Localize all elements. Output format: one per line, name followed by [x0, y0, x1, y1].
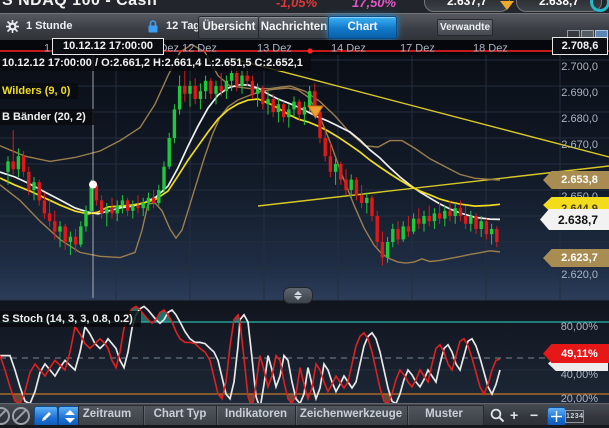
menu-separator: [143, 406, 144, 425]
trading-platform-window: S NDAQ 100 - Cash -1,05% 17,50% 2.637,7 …: [0, 0, 609, 428]
stoch-tick-label: 80,00%: [561, 321, 599, 333]
menu-separator: [295, 406, 296, 425]
related-button[interactable]: Verwandte: [437, 19, 493, 36]
menu-indikatoren[interactable]: Indikatoren: [225, 408, 287, 420]
menu-separator: [407, 406, 408, 425]
crosshair-mode-button[interactable]: [547, 407, 566, 426]
up-down-arrows-icon: [65, 410, 75, 423]
lock-icon[interactable]: [147, 20, 159, 33]
crosshair-dot: [89, 181, 97, 189]
clear-drawings-icon[interactable]: [12, 407, 30, 425]
menu-zeitraum[interactable]: Zeitraum: [83, 408, 132, 420]
titlebar: S NDAQ 100 - Cash -1,05% 17,50% 2.637,7 …: [0, 0, 609, 13]
menu-separator: [216, 406, 217, 425]
range-percent: 17,50%: [352, 0, 396, 10]
date-tick-label: 18 Dez: [473, 43, 508, 55]
date-tick-label: 14 Dez: [331, 43, 366, 55]
price-tick-label: 2.620,0: [561, 269, 598, 281]
menu-zeichenwerkzeuge[interactable]: Zeichenwerkzeuge: [300, 408, 402, 420]
price-tick-label: 2.680,0: [561, 113, 598, 125]
indicator-label-stoch[interactable]: S Stoch (14, 3, 3, 0.8, 0.2): [0, 311, 141, 327]
date-tick-label: 13 Dez: [257, 43, 292, 55]
price-tick-label: 2.670,0: [561, 139, 598, 151]
flag-bollinger-upper: 2.653,8: [543, 171, 609, 189]
zoom-in-button[interactable]: +: [510, 407, 518, 423]
date-tick-label: 17 Dez: [400, 43, 435, 55]
ohlc-readout: 10.12.12 17:00:00 / O:2.661,2 H:2.661,4 …: [0, 55, 311, 71]
values-display-button[interactable]: 1234: [565, 410, 584, 423]
flag-current-price: 2.638,7: [540, 209, 609, 230]
menu-chart-typ[interactable]: Chart Typ: [154, 408, 207, 420]
undo-icon[interactable]: [0, 407, 10, 425]
alert-line-dot: [307, 48, 312, 53]
pane-divider-handle[interactable]: [283, 287, 313, 304]
tab-chart[interactable]: Chart: [328, 16, 397, 39]
indicator-label-bbands[interactable]: B Bänder (20, 2): [0, 109, 94, 125]
flag-stoch-k: 49,11%: [543, 344, 609, 363]
crosshair-date-tooltip: 10.12.12 17:00:00: [52, 38, 164, 55]
stoch-tick-label: 20,00%: [561, 393, 599, 403]
crosshair-icon: [551, 411, 562, 422]
divider-up-icon: [294, 291, 302, 295]
tab-nachrichten[interactable]: Nachrichten: [258, 16, 330, 39]
flag-bollinger-lower: 2.623,7: [543, 249, 609, 267]
date-tick-label: 12 Dez: [182, 43, 217, 55]
svg-text:1: 1: [44, 43, 50, 55]
instrument-title: S NDAQ 100 - Cash: [2, 0, 157, 10]
tab-uebersicht[interactable]: Übersicht: [198, 16, 260, 39]
price-tick-label: 2.690,0: [561, 87, 598, 99]
draw-button[interactable]: [34, 406, 58, 427]
pencil-icon: [40, 411, 52, 423]
chart-toolbar: 1 Stunde 12 Tage Übersicht Nachrichten C…: [0, 13, 609, 41]
price-direction-down-icon: [500, 1, 514, 10]
change-percent: -1,05%: [276, 0, 317, 10]
indicator-label-wilders[interactable]: Wilders (9, 0): [0, 83, 78, 99]
sell-button[interactable]: 2.637,7: [424, 0, 510, 12]
gear-icon[interactable]: [5, 19, 20, 34]
period-selector[interactable]: 1 Stunde: [26, 20, 72, 32]
zoom-icon[interactable]: [490, 408, 505, 423]
menu-muster[interactable]: Muster: [425, 408, 463, 420]
price-tick-label: 2.700,0: [561, 61, 598, 73]
chart-canvas[interactable]: 111 Dez12 Dez13 Dez14 Dez17 Dez18 Dez2.7…: [0, 40, 609, 403]
divider-down-icon: [294, 296, 302, 300]
chart-area: 111 Dez12 Dez13 Dez14 Dez17 Dez18 Dez2.7…: [0, 40, 609, 403]
zoom-out-button[interactable]: −: [530, 407, 538, 423]
alert-price-box: 2.708,6: [552, 37, 608, 55]
